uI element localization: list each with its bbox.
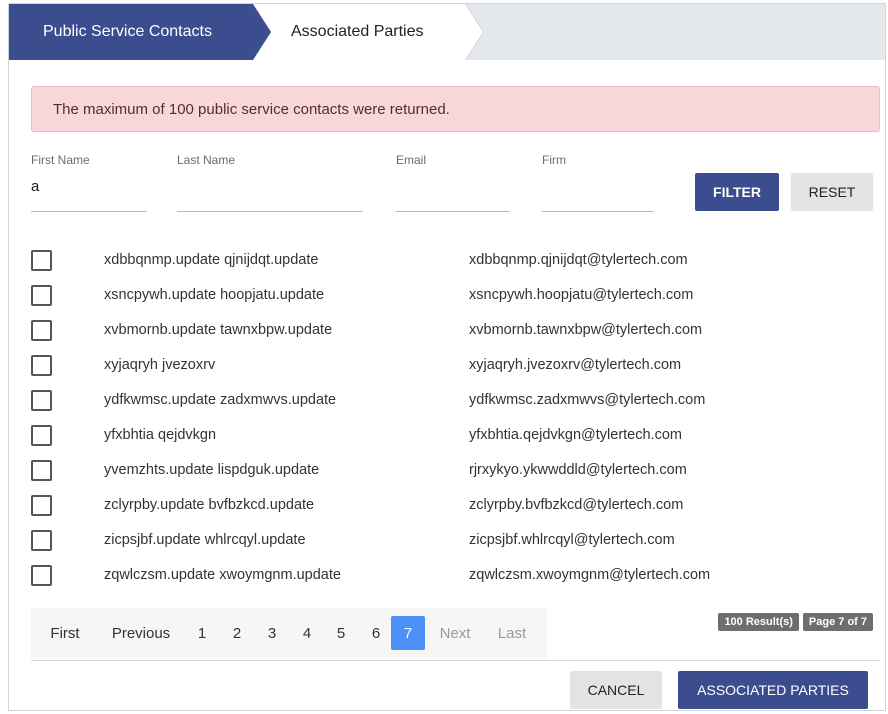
- first-name-field[interactable]: First Name a: [31, 153, 147, 212]
- list-item: xsncpywh.update hoopjatu.update xsncpywh…: [31, 279, 871, 314]
- last-page-link: Last: [497, 624, 527, 642]
- cancel-button[interactable]: CANCEL: [570, 671, 662, 709]
- contact-name: zicpsjbf.update whlrcqyl.update: [104, 532, 306, 548]
- list-item: xvbmornb.update tawnxbpw.update xvbmornb…: [31, 314, 871, 349]
- contact-email: xsncpywh.hoopjatu@tylertech.com: [469, 287, 694, 303]
- page-link-1[interactable]: 1: [195, 608, 209, 658]
- contact-email: zicpsjbf.whlrcqyl@tylertech.com: [469, 532, 675, 548]
- input-underline: [31, 211, 147, 212]
- associated-parties-button[interactable]: ASSOCIATED PARTIES: [678, 671, 868, 709]
- last-name-label: Last Name: [177, 153, 236, 167]
- contact-email: zclyrpby.bvfbzkcd@tylertech.com: [469, 497, 684, 513]
- step-associated-parties[interactable]: Associated Parties: [251, 4, 483, 60]
- step-label: Associated Parties: [291, 23, 424, 40]
- max-results-alert: The maximum of 100 public service contac…: [31, 86, 880, 132]
- contact-email: zqwlczsm.xwoymgnm@tylertech.com: [469, 567, 711, 583]
- list-item: zqwlczsm.update xwoymgnm.update zqwlczsm…: [31, 559, 871, 594]
- input-underline: [177, 211, 363, 212]
- firm-label: Firm: [542, 153, 566, 167]
- contact-name: yfxbhtia qejdvkgn: [104, 427, 217, 443]
- email-input[interactable]: [396, 178, 426, 198]
- contact-name: zqwlczsm.update xwoymgnm.update: [104, 567, 341, 583]
- contact-name: ydfkwmsc.update zadxmwvs.update: [104, 392, 337, 408]
- contact-email: ydfkwmsc.zadxmwvs@tylertech.com: [469, 392, 706, 408]
- select-checkbox[interactable]: [31, 390, 52, 411]
- first-name-input[interactable]: a: [31, 178, 90, 198]
- list-item: yvemzhts.update lispdguk.update rjrxykyo…: [31, 454, 871, 489]
- next-page-link: Next: [439, 624, 471, 642]
- select-checkbox[interactable]: [31, 320, 52, 341]
- select-checkbox[interactable]: [31, 425, 52, 446]
- filter-button[interactable]: FILTER: [695, 173, 779, 211]
- contact-name: xdbbqnmp.update qjnijdqt.update: [104, 252, 319, 268]
- page-link-5[interactable]: 5: [334, 608, 348, 658]
- email-label: Email: [396, 153, 427, 167]
- last-name-input[interactable]: [177, 178, 235, 198]
- contact-name: xvbmornb.update tawnxbpw.update: [104, 322, 333, 338]
- select-checkbox[interactable]: [31, 565, 52, 586]
- alert-message: The maximum of 100 public service contac…: [53, 100, 450, 118]
- first-name-label: First Name: [31, 153, 90, 167]
- list-item: zicpsjbf.update whlrcqyl.update zicpsjbf…: [31, 524, 871, 559]
- list-item: zclyrpby.update bvfbzkcd.update zclyrpby…: [31, 489, 871, 524]
- pagination: First Previous 1 2 3 4 5 6 7 Next Last: [31, 608, 547, 658]
- page-link-7-current[interactable]: 7: [391, 616, 425, 650]
- page-indicator-badge: Page 7 of 7: [802, 613, 873, 631]
- step-label: Public Service Contacts: [43, 23, 212, 40]
- contact-email: rjrxykyo.ykwwddld@tylertech.com: [469, 462, 687, 478]
- contact-name: zclyrpby.update bvfbzkcd.update: [104, 497, 315, 513]
- contact-list: xdbbqnmp.update qjnijdqt.update xdbbqnmp…: [31, 244, 871, 594]
- previous-page-link[interactable]: Previous: [107, 608, 175, 658]
- select-checkbox[interactable]: [31, 355, 52, 376]
- firm-field[interactable]: Firm: [542, 153, 654, 212]
- email-field[interactable]: Email: [396, 153, 510, 212]
- footer-divider: [31, 660, 880, 661]
- contact-name: xsncpywh.update hoopjatu.update: [104, 287, 325, 303]
- wizard-steps: Public Service Contacts Associated Parti…: [9, 4, 885, 60]
- page-link-3[interactable]: 3: [265, 608, 279, 658]
- firm-input[interactable]: [542, 178, 566, 198]
- list-item: ydfkwmsc.update zadxmwvs.update ydfkwmsc…: [31, 384, 871, 419]
- input-underline: [542, 211, 654, 212]
- dialog: Public Service Contacts Associated Parti…: [8, 3, 886, 711]
- list-item: yfxbhtia qejdvkgn yfxbhtia.qejdvkgn@tyle…: [31, 419, 871, 454]
- results-count-badge: 100 Result(s): [718, 613, 799, 631]
- last-name-field[interactable]: Last Name: [177, 153, 363, 212]
- contact-name: xyjaqryh jvezoxrv: [104, 357, 216, 373]
- select-checkbox[interactable]: [31, 250, 52, 271]
- list-item: xdbbqnmp.update qjnijdqt.update xdbbqnmp…: [31, 244, 871, 279]
- select-checkbox[interactable]: [31, 460, 52, 481]
- contact-email: xvbmornb.tawnxbpw@tylertech.com: [469, 322, 703, 338]
- input-underline: [396, 211, 510, 212]
- result-summary: 100 Result(s) Page 7 of 7: [718, 613, 873, 631]
- contact-email: xdbbqnmp.qjnijdqt@tylertech.com: [469, 252, 688, 268]
- select-checkbox[interactable]: [31, 530, 52, 551]
- select-checkbox[interactable]: [31, 495, 52, 516]
- page-link-2[interactable]: 2: [230, 608, 244, 658]
- contact-email: yfxbhtia.qejdvkgn@tylertech.com: [469, 427, 682, 443]
- step-public-service-contacts[interactable]: Public Service Contacts: [9, 4, 271, 60]
- first-page-link[interactable]: First: [45, 608, 85, 658]
- contact-name: yvemzhts.update lispdguk.update: [104, 462, 320, 478]
- contact-email: xyjaqryh.jvezoxrv@tylertech.com: [469, 357, 682, 373]
- reset-button[interactable]: RESET: [791, 173, 873, 211]
- list-item: xyjaqryh jvezoxrv xyjaqryh.jvezoxrv@tyle…: [31, 349, 871, 384]
- page-link-6[interactable]: 6: [369, 608, 383, 658]
- page-link-4[interactable]: 4: [300, 608, 314, 658]
- select-checkbox[interactable]: [31, 285, 52, 306]
